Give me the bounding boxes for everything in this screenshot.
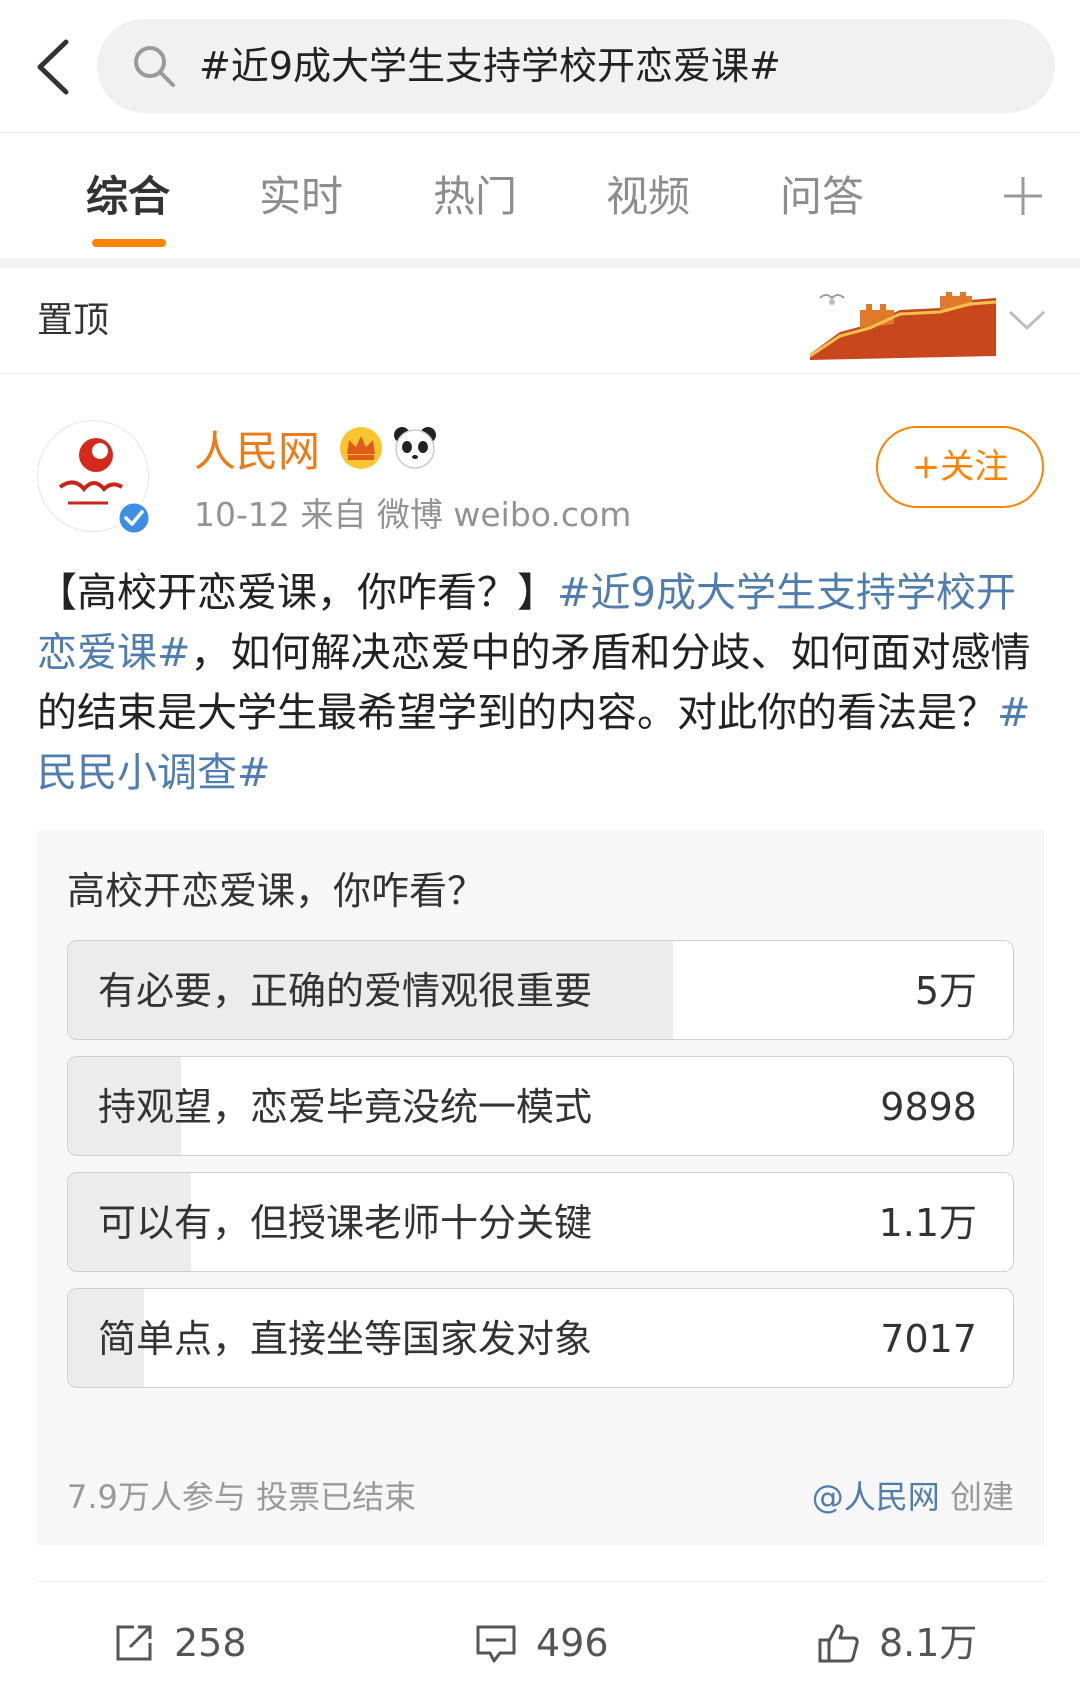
- top-bar: #近9成大学生支持学校开恋爱课#: [0, 0, 1080, 133]
- actions-divider: [37, 1581, 1044, 1582]
- tab-bar: 综合 实时 热门 视频 问答: [0, 133, 1080, 258]
- like-count: 8.1万: [879, 1621, 978, 1665]
- poll-card: 高校开恋爱课，你咋看？ 有必要，正确的爱情观很重要 5万 持观望，恋爱毕竟没统一…: [37, 830, 1044, 1545]
- pinned-label: 置顶: [37, 300, 110, 341]
- back-button[interactable]: [28, 36, 78, 98]
- poll-created-label: 创建: [949, 1478, 1014, 1516]
- post-meta: 10-12 来自 微博 weibo.com: [194, 495, 632, 534]
- poll-creator: @人民网 创建: [812, 1472, 1014, 1518]
- poll-stats: 7.9万人参与 投票已结束: [67, 1472, 416, 1518]
- poll-option[interactable]: 有必要，正确的爱情观很重要 5万: [67, 940, 1014, 1040]
- poll-creator-link[interactable]: @人民网: [812, 1478, 940, 1516]
- active-tab-indicator: [92, 239, 166, 247]
- tab-qa[interactable]: 问答: [780, 133, 864, 258]
- great-wall-banner-image: [809, 292, 997, 360]
- search-query: #近9成大学生支持学校开恋爱课#: [199, 44, 781, 88]
- comment-count: 496: [536, 1621, 609, 1665]
- like-icon: [818, 1624, 859, 1663]
- poll-title: 高校开恋爱课，你咋看？: [67, 869, 486, 913]
- poll-option-label: 有必要，正确的爱情观很重要: [98, 969, 593, 1013]
- plus-icon[interactable]: [1000, 173, 1046, 219]
- poll-option[interactable]: 可以有，但授课老师十分关键 1.1万: [67, 1172, 1014, 1272]
- follow-button[interactable]: +关注: [876, 426, 1044, 508]
- search-box[interactable]: #近9成大学生支持学校开恋爱课#: [97, 19, 1055, 113]
- poll-option[interactable]: 持观望，恋爱毕竟没统一模式 9898: [67, 1056, 1014, 1156]
- poll-option-label: 可以有，但授课老师十分关键: [98, 1201, 593, 1245]
- pinned-row[interactable]: 置顶: [0, 268, 1080, 374]
- poll-option-label: 简单点，直接坐等国家发对象: [98, 1317, 593, 1361]
- post-card: 人民网 10-12 来自 微博 weibo.com +关注 【高校开恋爱课，你咋…: [0, 374, 1080, 1695]
- verified-icon: [116, 500, 152, 536]
- repost-count: 258: [174, 1621, 247, 1665]
- crown-icon: [340, 427, 382, 469]
- tab-video[interactable]: 视频: [606, 133, 690, 258]
- poll-option-count: 9898: [880, 1085, 977, 1129]
- tab-realtime[interactable]: 实时: [259, 133, 343, 258]
- poll-option-count: 5万: [914, 969, 977, 1013]
- poll-participants: 7.9万人参与: [67, 1478, 246, 1516]
- back-arrow-icon: [37, 39, 69, 95]
- chevron-down-icon[interactable]: [1006, 302, 1048, 338]
- poll-option-label: 持观望，恋爱毕竟没统一模式: [98, 1085, 593, 1129]
- tab-hot[interactable]: 热门: [433, 133, 517, 258]
- search-icon: [134, 46, 175, 87]
- author-name[interactable]: 人民网: [194, 418, 320, 479]
- poll-option-count: 1.1万: [878, 1201, 977, 1245]
- panda-icon: [394, 427, 436, 469]
- post-text-part1: 【高校开恋爱课，你咋看？】: [37, 570, 557, 616]
- repost-icon: [116, 1625, 152, 1661]
- poll-option-count: 7017: [880, 1317, 977, 1361]
- section-divider: [0, 258, 1080, 268]
- poll-status: 投票已结束: [256, 1478, 417, 1516]
- post-text: 【高校开恋爱课，你咋看？】#近9成大学生支持学校开恋爱课#，如何解决恋爱中的矛盾…: [37, 563, 1047, 803]
- poll-option[interactable]: 简单点，直接坐等国家发对象 7017: [67, 1288, 1014, 1388]
- comment-icon: [476, 1625, 516, 1663]
